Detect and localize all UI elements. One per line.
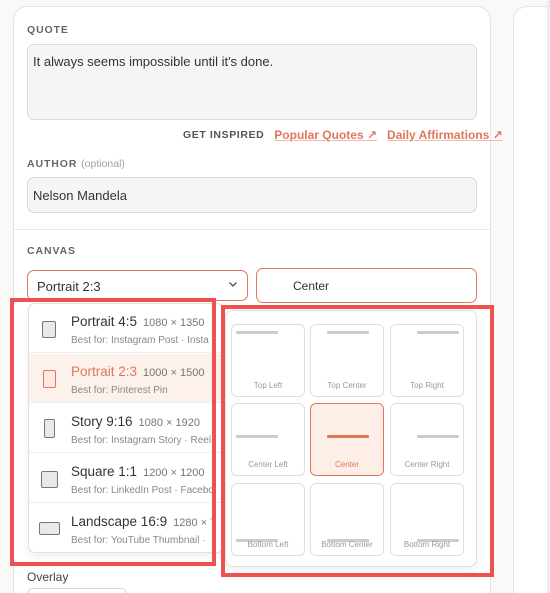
author-label: AUTHOR (optional) <box>27 158 125 170</box>
chevron-down-icon <box>229 282 237 287</box>
author-label-text: AUTHOR <box>27 158 78 170</box>
daily-affirmations-link[interactable]: Daily Affirmations ↗ <box>387 128 503 142</box>
section-divider <box>14 229 490 230</box>
quote-textarea[interactable]: It always seems impossible until it's do… <box>27 44 477 120</box>
quote-label: QUOTE <box>27 24 69 36</box>
overlay-label: Overlay <box>27 570 69 584</box>
author-optional-text: (optional) <box>81 158 125 170</box>
popular-quotes-link[interactable]: Popular Quotes ↗ <box>274 128 377 142</box>
canvas-size-select[interactable]: Portrait 2:3 <box>27 270 248 301</box>
overlay-control[interactable] <box>27 588 127 593</box>
alignment-value: Center <box>293 279 330 293</box>
highlight-box-dropdown <box>10 298 216 566</box>
preview-panel <box>513 6 550 593</box>
inspire-row: GET INSPIRED Popular Quotes ↗ Daily Affi… <box>183 128 503 142</box>
get-inspired-label: GET INSPIRED <box>183 129 265 141</box>
highlight-box-position-grid <box>221 305 494 577</box>
canvas-size-value: Portrait 2:3 <box>37 279 101 294</box>
author-input[interactable]: Nelson Mandela <box>27 177 477 213</box>
alignment-select[interactable]: Center <box>256 268 477 303</box>
canvas-label: CANVAS <box>27 245 76 257</box>
